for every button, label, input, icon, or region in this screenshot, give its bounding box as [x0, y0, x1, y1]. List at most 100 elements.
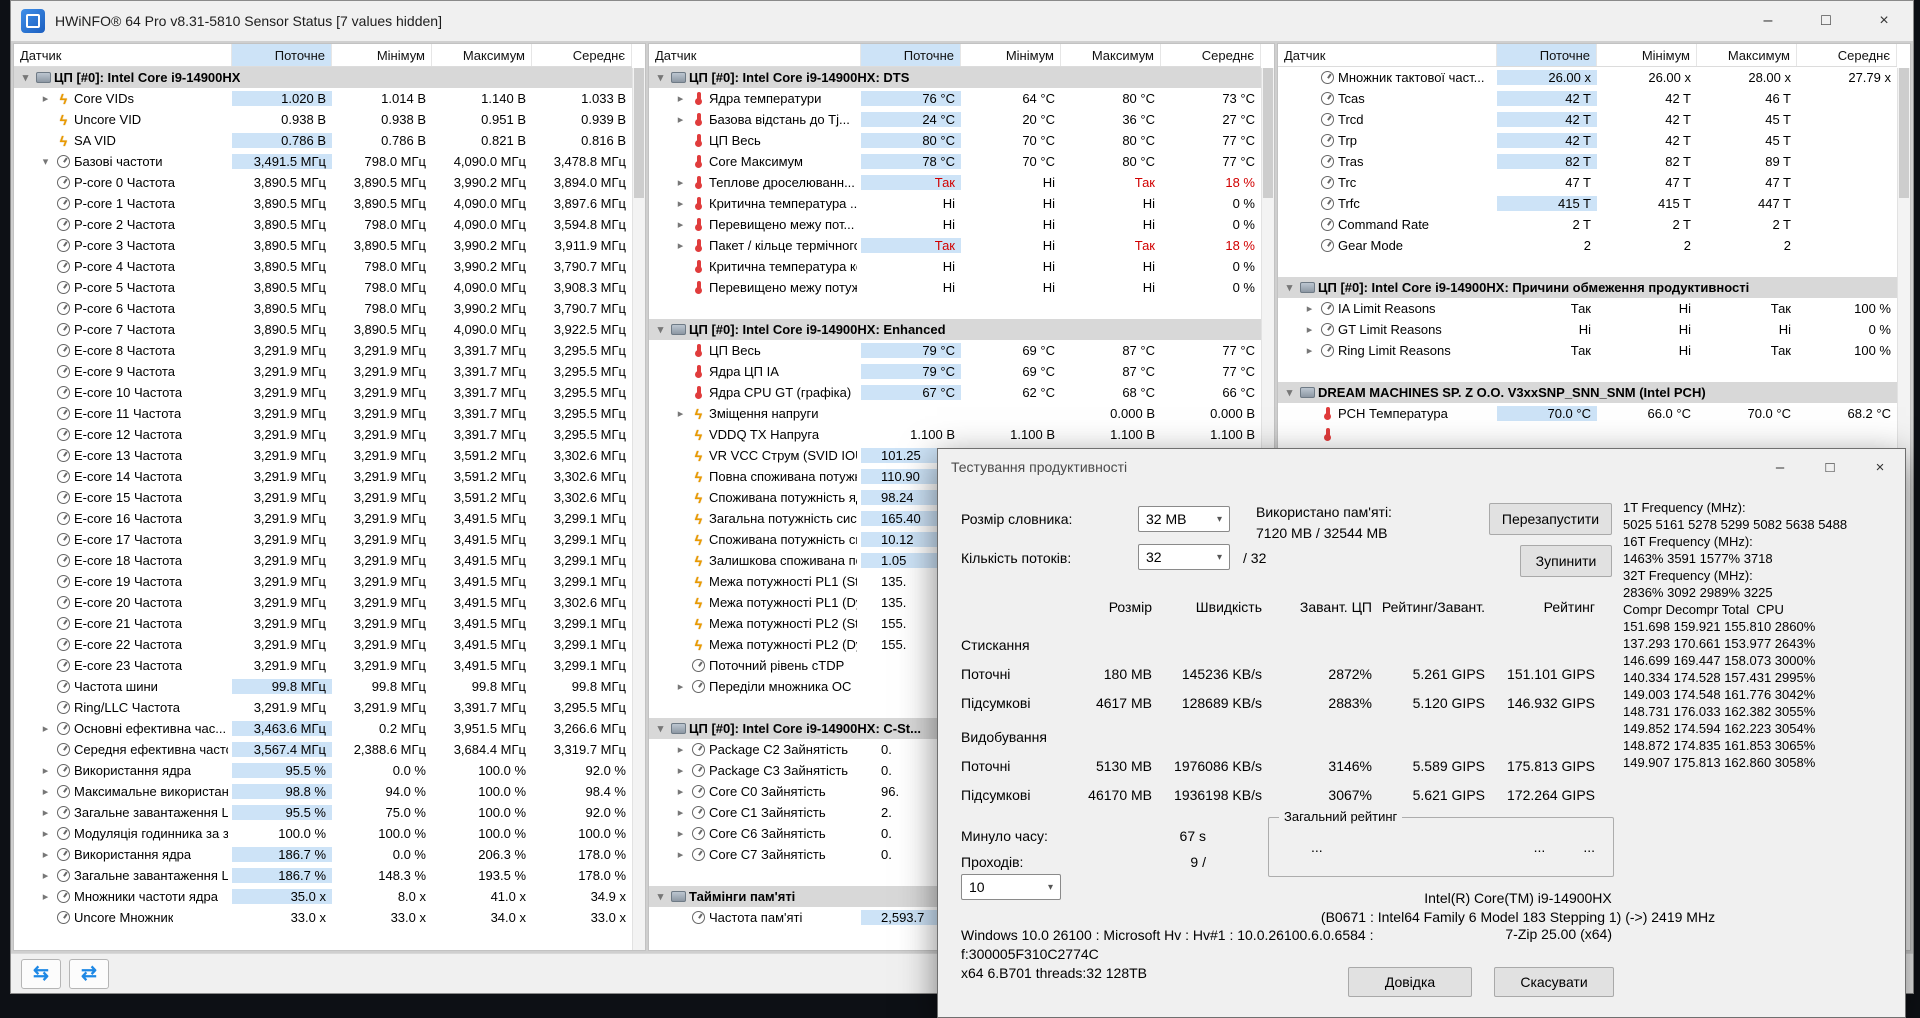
- sensor-row[interactable]: Tras 82 T 82 T 89 T: [1278, 151, 1897, 172]
- sensor-row[interactable]: ▸ Перевищено межу пот... Ні Ні Ні 0 %: [649, 214, 1261, 235]
- sensor-row[interactable]: ▸ Пакет / кільце термічного ... Так Ні Так 18…: [649, 235, 1261, 256]
- sensor-row[interactable]: Ring/LLC Частота 3,291.9 МГц 3,291.9 МГц 3,…: [14, 697, 632, 718]
- col-header-4[interactable]: Середнє: [532, 44, 632, 66]
- sensor-row[interactable]: E-core 10 Частота 3,291.9 МГц 3,291.9 МГц 3…: [14, 382, 632, 403]
- sensor-row[interactable]: ЦП Весь 79 °C 69 °C 87 °C 77 °C: [649, 340, 1261, 361]
- maximize-button[interactable]: □: [1797, 1, 1855, 41]
- sensor-row[interactable]: ▸ ϟ Зміщення напруги 0.000 В 0.000 В: [649, 403, 1261, 424]
- sensor-row[interactable]: ▸ Множники частоти ядра 35.0 x 8.0 x 41.0 x 3…: [14, 886, 632, 907]
- sensor-row[interactable]: P-core 7 Частота 3,890.5 МГц 3,890.5 МГц 4,…: [14, 319, 632, 340]
- sensor-row[interactable]: E-core 15 Частота 3,291.9 МГц 3,291.9 МГц 3…: [14, 487, 632, 508]
- sensor-row[interactable]: E-core 16 Частота 3,291.9 МГц 3,291.9 МГц 3…: [14, 508, 632, 529]
- sensor-row[interactable]: E-core 22 Частота 3,291.9 МГц 3,291.9 МГц 3…: [14, 634, 632, 655]
- sensor-row[interactable]: Gear Mode 2 2 2: [1278, 235, 1897, 256]
- sensor-group-header[interactable]: ▾ ЦП [#0]: Intel Core i9-14900HX: Enhance…: [649, 319, 1261, 340]
- sensor-row[interactable]: Критична температура кор... Ні Ні Ні 0 %: [649, 256, 1261, 277]
- dialog-maximize-button[interactable]: □: [1805, 449, 1855, 485]
- sensor-row[interactable]: ▸ Модуляція годинника за за... 100.0 % 100.…: [14, 823, 632, 844]
- sensor-row[interactable]: E-core 18 Частота 3,291.9 МГц 3,291.9 МГц 3…: [14, 550, 632, 571]
- sensor-group-header[interactable]: ▾ ЦП [#0]: Intel Core i9-14900HX: Причини…: [1278, 277, 1897, 298]
- sensor-row[interactable]: ▸ Базова відстань до Tj... 24 °C 20 °C 36 °C…: [649, 109, 1261, 130]
- sensor-row[interactable]: ϟ VDDQ TX Напруга 1.100 В 1.100 В 1.100 В 1.1…: [649, 424, 1261, 445]
- col-header-2[interactable]: Мінімум: [961, 44, 1061, 66]
- col-header-sensor[interactable]: Датчик: [14, 44, 232, 66]
- sensor-row[interactable]: Uncore Множник 33.0 x 33.0 x 34.0 x 33.0 x: [14, 907, 632, 928]
- col-header-3[interactable]: Максимум: [432, 44, 532, 66]
- reorder-columns-button[interactable]: ⇄: [69, 958, 109, 989]
- sensor-row[interactable]: P-core 1 Частота 3,890.5 МГц 3,890.5 МГц 4,…: [14, 193, 632, 214]
- sensor-row[interactable]: ▸ Використання ядра 95.5 % 0.0 % 100.0 % 92.0…: [14, 760, 632, 781]
- sensor-group-header[interactable]: ▾ DREAM MACHINES SP. Z O.O. V3xxSNP_SNN_S…: [1278, 382, 1897, 403]
- sensor-row[interactable]: ▸ Загальне завантаження ЦП 95.5 % 75.0 % 100…: [14, 802, 632, 823]
- col-header-sensor[interactable]: Датчик: [649, 44, 861, 66]
- sensor-row[interactable]: Перевищено межу потужн... Ні Ні Ні 0 %: [649, 277, 1261, 298]
- sensor-group-header[interactable]: ▾ ЦП [#0]: Intel Core i9-14900HX: [14, 67, 632, 88]
- sensor-row[interactable]: ▾ Базові частоти 3,491.5 МГц 798.0 МГц 4,090…: [14, 151, 632, 172]
- sensor-row[interactable]: Множник тактової част... 26.00 x 26.00 x 28…: [1278, 67, 1897, 88]
- sensor-row[interactable]: E-core 9 Частота 3,291.9 МГц 3,291.9 МГц 3,…: [14, 361, 632, 382]
- sensor-row[interactable]: ▸ ϟ Core VIDs 1.020 В 1.014 В 1.140 В 1.033 В: [14, 88, 632, 109]
- sensor-row[interactable]: E-core 12 Частота 3,291.9 МГц 3,291.9 МГц 3…: [14, 424, 632, 445]
- sensor-row[interactable]: Середня ефективна частота 3,567.4 МГц 2,38…: [14, 739, 632, 760]
- sensor-row[interactable]: P-core 2 Частота 3,890.5 МГц 798.0 МГц 4,09…: [14, 214, 632, 235]
- stop-button[interactable]: Зупинити: [1520, 545, 1612, 577]
- col-header-4[interactable]: Середнє: [1161, 44, 1261, 66]
- sensor-row[interactable]: E-core 23 Частота 3,291.9 МГц 3,291.9 МГц 3…: [14, 655, 632, 676]
- sensor-row[interactable]: ▸ IA Limit Reasons Так Ні Так 100 %: [1278, 298, 1897, 319]
- sensor-row[interactable]: E-core 17 Частота 3,291.9 МГц 3,291.9 МГц 3…: [14, 529, 632, 550]
- sensor-row[interactable]: E-core 14 Частота 3,291.9 МГц 3,291.9 МГц 3…: [14, 466, 632, 487]
- sensor-row[interactable]: ▸ Ring Limit Reasons Так Ні Так 100 %: [1278, 340, 1897, 361]
- col-header-2[interactable]: Мінімум: [1597, 44, 1697, 66]
- cancel-button[interactable]: Скасувати: [1494, 967, 1614, 997]
- sensor-row[interactable]: ▸ GT Limit Reasons Ні Ні Ні 0 %: [1278, 319, 1897, 340]
- col-header-4[interactable]: Середнє: [1797, 44, 1897, 66]
- sensor-row[interactable]: ▸ Критична температура ... Ні Ні Ні 0 %: [649, 193, 1261, 214]
- sensor-row[interactable]: P-core 3 Частота 3,890.5 МГц 3,890.5 МГц 3,…: [14, 235, 632, 256]
- sensor-row[interactable]: Trc 47 T 47 T 47 T: [1278, 172, 1897, 193]
- col-header-1[interactable]: Поточне: [1497, 44, 1597, 66]
- sensor-row[interactable]: E-core 19 Частота 3,291.9 МГц 3,291.9 МГц 3…: [14, 571, 632, 592]
- sensor-row[interactable]: P-core 4 Частота 3,890.5 МГц 798.0 МГц 3,99…: [14, 256, 632, 277]
- sensor-row[interactable]: ▸ Використання ядра 186.7 % 0.0 % 206.3 % 178…: [14, 844, 632, 865]
- swap-columns-button[interactable]: ⇆: [21, 958, 61, 989]
- sensor-row[interactable]: P-core 6 Частота 3,890.5 МГц 798.0 МГц 3,99…: [14, 298, 632, 319]
- sensor-row[interactable]: Core Максимум 78 °C 70 °C 80 °C 77 °C: [649, 151, 1261, 172]
- sensor-row[interactable]: Ядра ЦП IA 79 °C 69 °C 87 °C 77 °C: [649, 361, 1261, 382]
- titlebar[interactable]: HWiNFO® 64 Pro v8.31-5810 Sensor Status …: [11, 1, 1913, 41]
- scrollbar-thumb[interactable]: [1899, 68, 1909, 198]
- sensor-row[interactable]: PCH Температура 70.0 °C 66.0 °C 70.0 °C 68.2…: [1278, 403, 1897, 424]
- sensor-row[interactable]: Trcd 42 T 42 T 45 T: [1278, 109, 1897, 130]
- sensor-row[interactable]: ▸ Теплове дроселюванн... Так Ні Так 18 %: [649, 172, 1261, 193]
- sensor-row[interactable]: ЦП Весь 80 °C 70 °C 80 °C 77 °C: [649, 130, 1261, 151]
- sensor-group-header[interactable]: ▾ ЦП [#0]: Intel Core i9-14900HX: DTS: [649, 67, 1261, 88]
- sensor-row[interactable]: ▸ Ядра температури 76 °C 64 °C 80 °C 73 °C: [649, 88, 1261, 109]
- col-header-3[interactable]: Максимум: [1697, 44, 1797, 66]
- dialog-minimize-button[interactable]: –: [1755, 449, 1805, 485]
- benchmark-titlebar[interactable]: Тестування продуктивності – □ ×: [938, 449, 1905, 485]
- sensor-row[interactable]: [1278, 424, 1897, 445]
- minimize-button[interactable]: –: [1739, 1, 1797, 41]
- sensor-row[interactable]: ▸ Основні ефективна час... 3,463.6 МГц 0.2 …: [14, 718, 632, 739]
- col-header-sensor[interactable]: Датчик: [1278, 44, 1497, 66]
- sensor-row[interactable]: E-core 11 Частота 3,291.9 МГц 3,291.9 МГц 3…: [14, 403, 632, 424]
- scrollbar-thumb[interactable]: [634, 68, 644, 198]
- scrollbar-thumb[interactable]: [1263, 68, 1273, 198]
- sensor-row[interactable]: P-core 0 Частота 3,890.5 МГц 3,890.5 МГц 3,…: [14, 172, 632, 193]
- dialog-close-button[interactable]: ×: [1855, 449, 1905, 485]
- col-header-2[interactable]: Мінімум: [332, 44, 432, 66]
- col-header-1[interactable]: Поточне: [861, 44, 961, 66]
- sensor-row[interactable]: E-core 21 Частота 3,291.9 МГц 3,291.9 МГц 3…: [14, 613, 632, 634]
- sensor-row[interactable]: E-core 8 Частота 3,291.9 МГц 3,291.9 МГц 3,…: [14, 340, 632, 361]
- sensor-row[interactable]: ▸ Загальне завантаження ЦП 186.7 % 148.3 % 1…: [14, 865, 632, 886]
- sensor-row[interactable]: Command Rate 2 T 2 T 2 T: [1278, 214, 1897, 235]
- sensor-row[interactable]: Trp 42 T 42 T 45 T: [1278, 130, 1897, 151]
- sensor-row[interactable]: Ядра CPU GT (графіка) 67 °C 62 °C 68 °C 66 °…: [649, 382, 1261, 403]
- passes-select[interactable]: 10 ▾: [961, 874, 1061, 900]
- sensor-row[interactable]: P-core 5 Частота 3,890.5 МГц 798.0 МГц 4,09…: [14, 277, 632, 298]
- restart-button[interactable]: Перезапустити: [1489, 503, 1612, 535]
- sensor-row[interactable]: ϟ SA VID 0.786 В 0.786 В 0.821 В 0.816 В: [14, 130, 632, 151]
- vertical-scrollbar[interactable]: [632, 68, 645, 950]
- sensor-row[interactable]: E-core 20 Частота 3,291.9 МГц 3,291.9 МГц 3…: [14, 592, 632, 613]
- sensor-row[interactable]: Tcas 42 T 42 T 46 T: [1278, 88, 1897, 109]
- sensor-row[interactable]: E-core 13 Частота 3,291.9 МГц 3,291.9 МГц 3…: [14, 445, 632, 466]
